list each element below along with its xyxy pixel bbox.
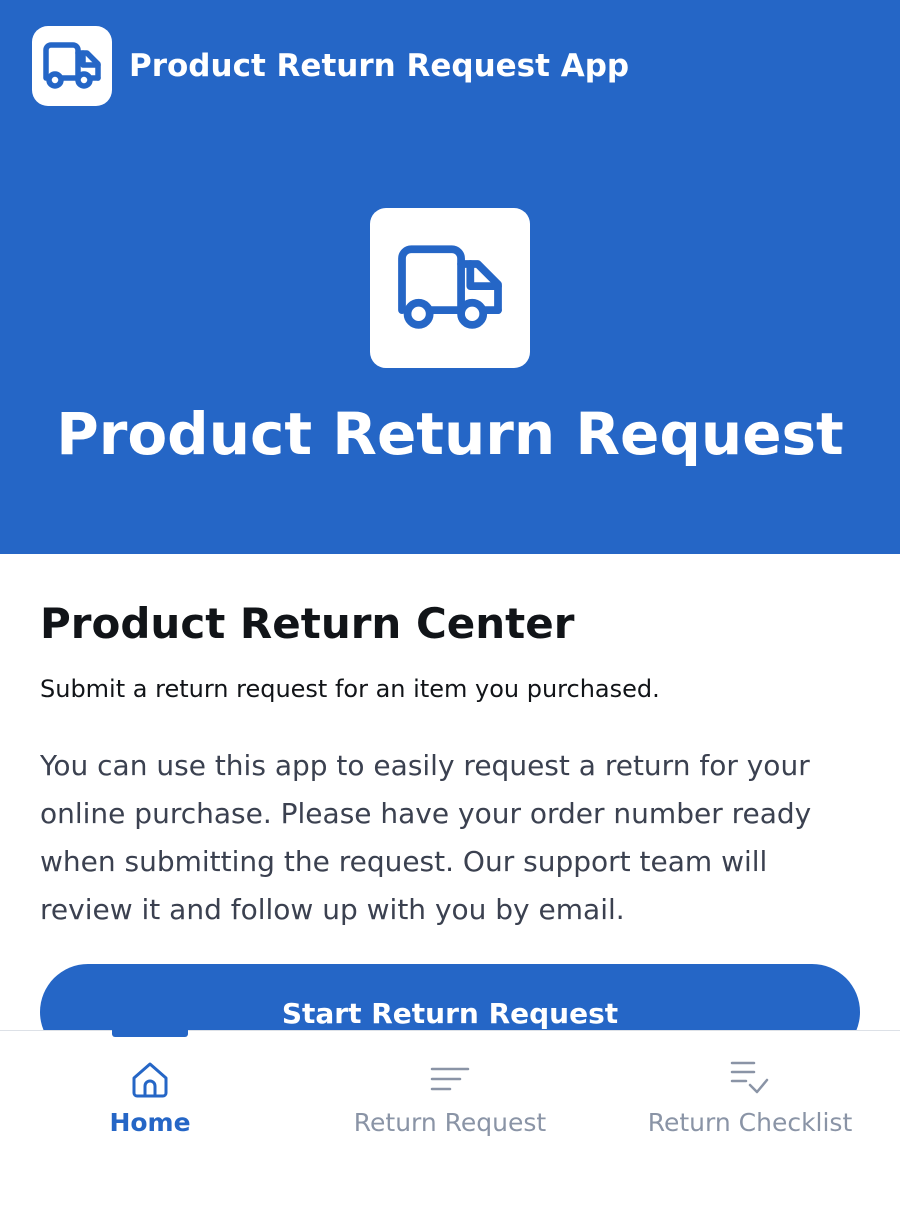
page-title: Product Return Center (40, 599, 575, 648)
truck-icon (43, 42, 101, 89)
nav-item-return-request[interactable]: Return Request (300, 1031, 600, 1209)
page-subtitle: Submit a return request for an item you … (40, 675, 660, 703)
hero-logo (370, 208, 530, 368)
nav-item-home[interactable]: Home (0, 1029, 300, 1209)
active-tab-indicator (112, 1029, 188, 1037)
list-icon (430, 1067, 470, 1091)
nav-label-return-request: Return Request (353, 1108, 547, 1137)
truck-icon (398, 245, 502, 329)
nav-item-return-checklist[interactable]: Return Checklist (600, 1031, 900, 1209)
app-logo (32, 26, 112, 106)
home-icon (132, 1062, 168, 1098)
nav-label-home: Home (109, 1108, 191, 1137)
app-header: Product Return Request App Product Retur… (0, 0, 900, 554)
checklist-icon (730, 1061, 769, 1094)
bottom-navigation: Home Return Request Return Checklist (0, 1029, 900, 1209)
app-title: Product Return Request App (129, 48, 630, 84)
nav-label-return-checklist: Return Checklist (647, 1108, 853, 1137)
hero-title: Product Return Request (56, 400, 844, 468)
page-description: You can use this app to easily request a… (40, 749, 812, 926)
